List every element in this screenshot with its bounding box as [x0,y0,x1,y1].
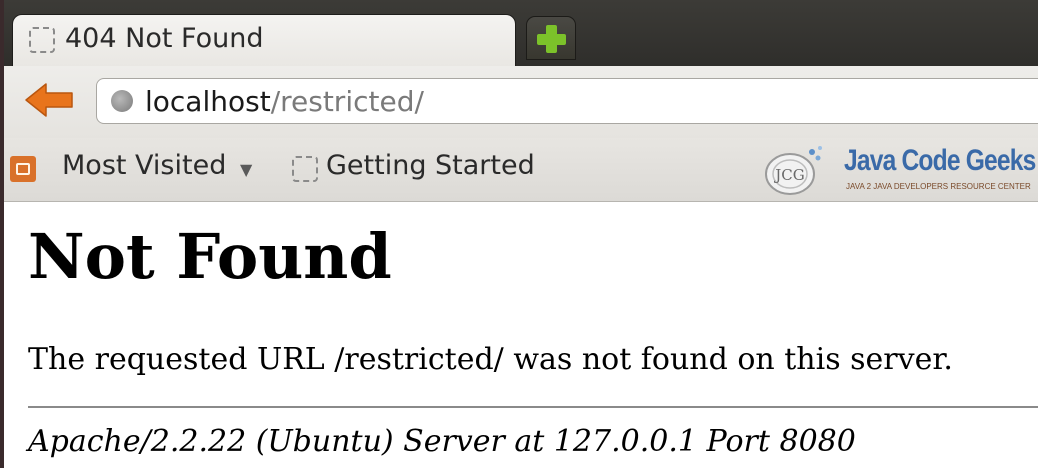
blank-page-icon [292,156,318,182]
url-host: localhost [145,85,271,118]
url-text[interactable]: localhost/restricted/ [145,85,424,118]
bookmark-getting-started[interactable]: Getting Started [326,150,535,181]
bookmark-most-visited[interactable]: Most Visited [62,150,226,181]
folder-icon [10,156,36,182]
jcg-logo-subtitle: JAVA 2 JAVA DEVELOPERS RESOURCE CENTER [846,182,1031,191]
divider [28,406,1038,408]
back-button[interactable] [22,78,78,122]
new-tab-button[interactable] [526,16,576,60]
url-bar[interactable]: localhost/restricted/ [96,78,1038,124]
bookmarks-toolbar: Most Visited ▼ Getting Started JCG Java … [4,138,1038,202]
tab-404-not-found[interactable]: 404 Not Found [12,14,516,66]
globe-icon [111,90,133,112]
blank-page-icon [29,27,55,53]
tab-title: 404 Not Found [65,23,264,54]
jcg-logo-title[interactable]: Java Code Geeks [844,144,1036,178]
chevron-down-icon[interactable]: ▼ [240,160,252,179]
url-path: /restricted/ [270,85,424,118]
error-message: The requested URL /restricted/ was not f… [28,342,953,377]
svg-text:JCG: JCG [773,166,804,184]
page-title: Not Found [28,220,392,293]
back-arrow-icon [25,83,73,117]
tab-strip: 404 Not Found [4,0,1038,66]
server-signature: Apache/2.2.22 (Ubuntu) Server at 127.0.0… [28,424,856,459]
jcg-logo-icon[interactable]: JCG [758,142,828,198]
navigation-toolbar: localhost/restricted/ [4,66,1038,138]
